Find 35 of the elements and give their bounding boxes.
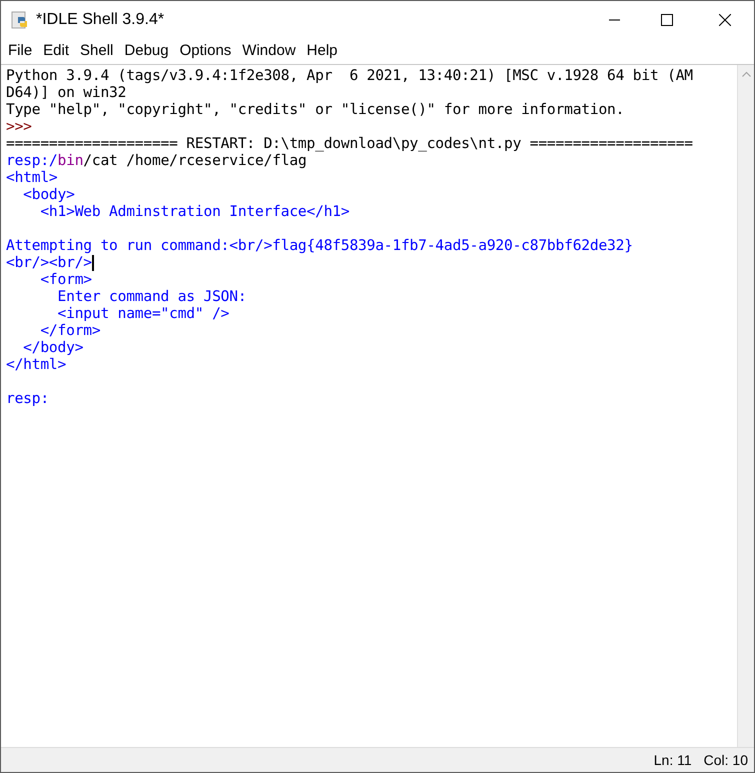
shell-text: <html> xyxy=(6,169,58,186)
shell-text: Enter command as JSON: xyxy=(56,288,246,305)
shell-text: D64)] on win32 xyxy=(6,84,126,101)
shell-text: <form> xyxy=(39,271,92,288)
shell-text: </body> xyxy=(22,339,84,356)
shell-text: bin xyxy=(58,152,84,169)
column-number-text: Col: 10 xyxy=(704,750,748,770)
menu-item[interactable]: Edit xyxy=(43,40,70,62)
shell-text: <h1>Web Adminstration Interface</h1> xyxy=(39,203,350,220)
window-title: *IDLE Shell 3.9.4* xyxy=(36,10,164,30)
shell-text: /cat /home/rceservice/flag xyxy=(83,152,307,169)
menu-item[interactable]: Help xyxy=(306,40,338,62)
shell-text: >>> xyxy=(6,118,32,135)
shell-text: Attempting to run command:<br/>flag{48f5839a-1fb7-4ad5-a920-c87bbf62de32} xyxy=(6,237,633,254)
menu-item[interactable]: File xyxy=(8,40,32,62)
menu-item[interactable]: Shell xyxy=(80,40,114,62)
shell-text: resp: xyxy=(6,390,49,407)
shell-text: resp:/ xyxy=(6,152,58,169)
shell-text: <input name="cmd" /> xyxy=(56,305,230,322)
shell-text: ==================== RESTART: D:\tmp_download\py_codes\nt.py =================== xyxy=(6,135,693,152)
shell-text: <br/><br/> xyxy=(6,254,92,271)
menu-item[interactable]: Debug xyxy=(124,40,169,62)
maximize-icon xyxy=(661,14,673,26)
menu-item[interactable]: Options xyxy=(180,40,232,62)
shell-text: </html> xyxy=(6,356,66,373)
scroll-up-icon xyxy=(742,71,750,77)
shell-text: <body> xyxy=(22,186,75,203)
line-number-text: Ln: 11 xyxy=(654,750,692,770)
shell-text: </form> xyxy=(39,322,100,339)
python-icon xyxy=(11,10,29,28)
shell-text: Type "help", "copyright", "credits" or "license()" for more information. xyxy=(6,101,624,118)
close-icon xyxy=(719,14,731,26)
menu-item[interactable]: Window xyxy=(242,40,296,62)
scrollbar[interactable] xyxy=(737,65,754,747)
shell-text: Python 3.9.4 (tags/v3.9.4:1f2e308, Apr 6 2021, 13:40:21) [MSC v.1928 64 bit (AM xyxy=(6,67,693,84)
